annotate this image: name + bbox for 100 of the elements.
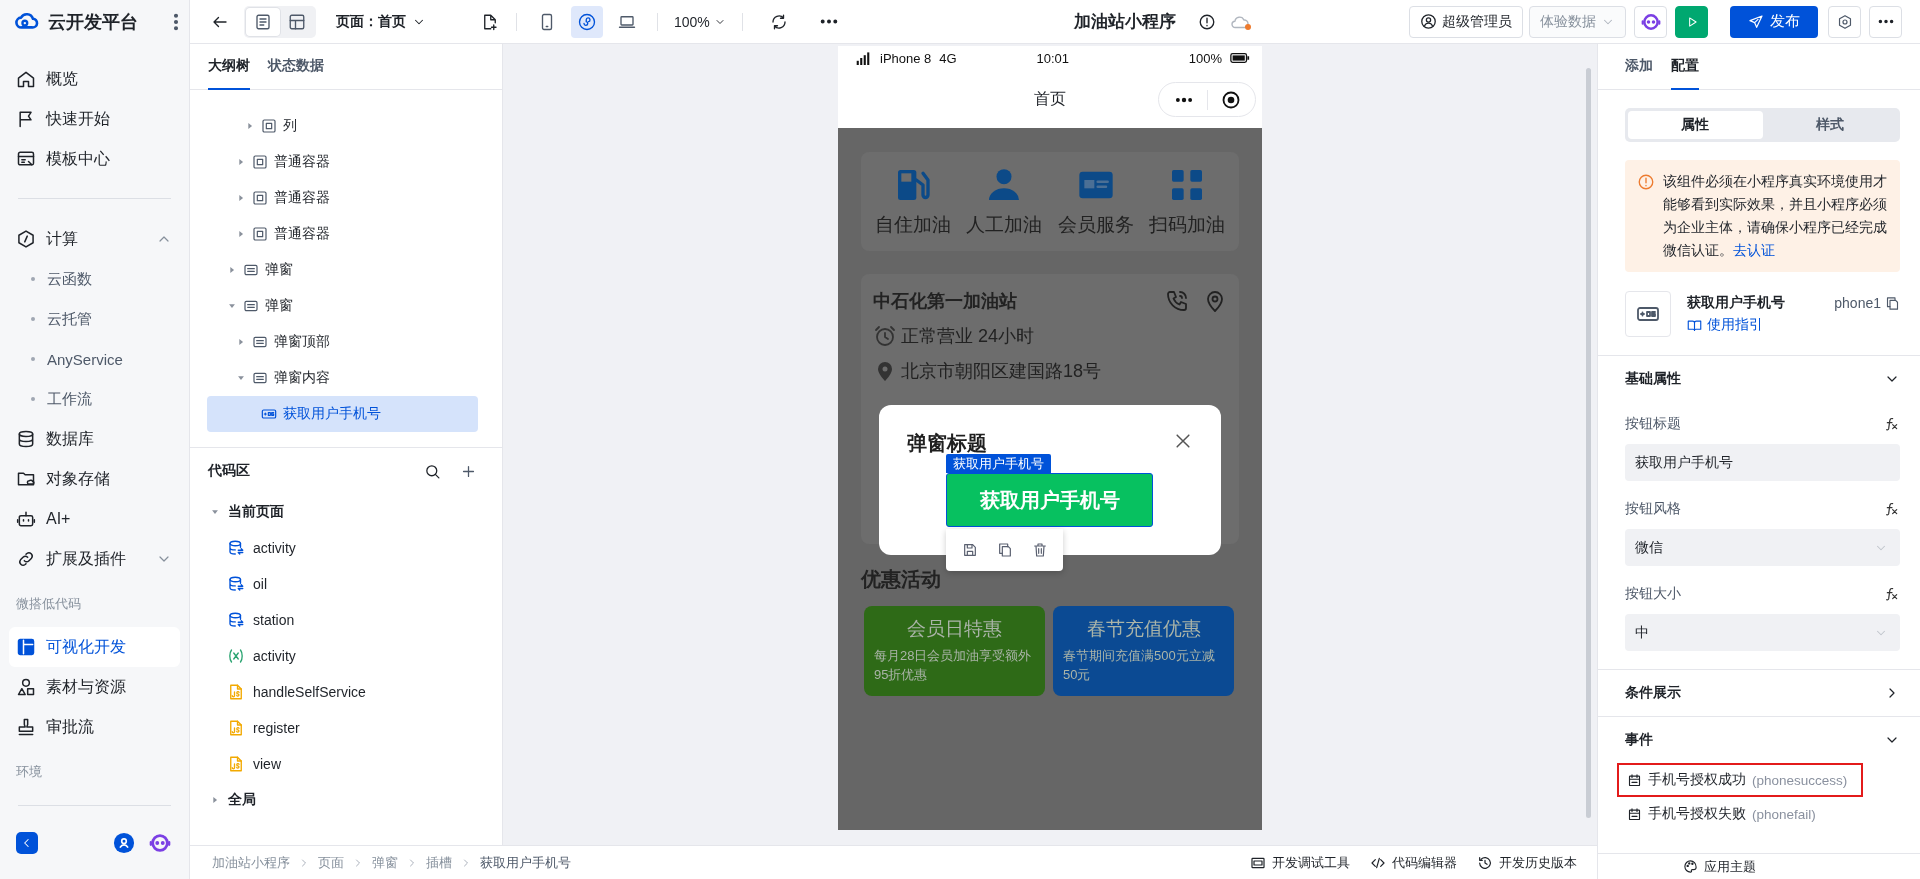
page-dropdown[interactable]: 页面：首页 [330,5,432,38]
breadcrumb-link[interactable]: 获取用户手机号 [480,853,571,872]
sidebar-item[interactable]: 素材与资源 [9,667,180,707]
publish-button[interactable]: 发布 [1730,5,1818,38]
zoom-dropdown[interactable]: 100% [668,5,732,38]
breadcrumb-link[interactable]: 插槽 [426,853,452,872]
sidebar-item[interactable]: 对象存储 [9,459,180,499]
sidebar-subitem[interactable]: AnyService [9,339,180,379]
promo-title: 春节充值优惠 [1085,617,1202,641]
tree-item[interactable]: 弹窗内容 [207,360,478,396]
more-button[interactable] [1869,5,1902,38]
tree-item[interactable]: 普通容器 [207,216,478,252]
sidebar-item[interactable]: 模板中心 [9,139,180,179]
sidebar-item[interactable]: 快速开始 [9,99,180,139]
tree-item[interactable]: 列 [207,108,478,144]
battery-level: 100% [1188,50,1222,66]
select-field[interactable]: 中 [1625,614,1900,651]
more-icon [1877,19,1894,24]
toolbar-link[interactable]: 代码编辑器 [1370,853,1457,872]
template-icon [16,149,36,169]
scrollbar[interactable] [1586,68,1591,818]
tree-item[interactable]: 弹窗 [207,252,478,288]
text-field[interactable]: 获取用户手机号 [1625,444,1900,481]
code-item[interactable]: station [190,602,502,638]
sidebar-item[interactable]: 数据库 [9,419,180,459]
tree-item[interactable]: 弹窗顶部 [207,324,478,360]
user-button[interactable]: 超级管理员 [1409,5,1523,38]
copy-button[interactable] [996,542,1013,558]
database-icon [16,429,36,449]
code-item[interactable]: oil [190,566,502,602]
sidebar-item[interactable]: AI+ [9,499,180,539]
view-mode-button[interactable] [246,7,280,36]
code-item[interactable]: handleSelfService [190,674,502,710]
sidebar-item[interactable]: 计算 [9,219,180,259]
section-header[interactable]: 事件 [1625,717,1900,763]
code-item[interactable]: activity [190,638,502,674]
panel-tab[interactable]: 状态数据 [268,44,324,90]
field-label: 按钮风格 [1625,500,1681,518]
delete-button[interactable] [1031,542,1048,558]
sidebar-item[interactable]: 扩展及插件 [9,539,180,579]
layout-grid-icon [288,12,306,31]
toolbar-link[interactable]: 开发调试工具 [1250,853,1350,872]
sidebar-item[interactable]: 概览 [9,59,180,99]
popup-icon [252,370,268,386]
tree-item[interactable]: 弹窗 [207,288,478,324]
formula-icon [1884,586,1900,602]
collapse-button[interactable] [16,831,38,854]
save-button[interactable] [961,542,978,558]
code-item[interactable]: register [190,710,502,746]
palette-icon [1682,859,1698,874]
tree-item[interactable]: 当前页面 [190,494,502,530]
tree-item[interactable]: 普通容器 [207,180,478,216]
section-header[interactable]: 条件展示 [1625,670,1900,716]
device-button[interactable] [571,5,603,38]
event-name[interactable]: 手机号授权成功 [1648,771,1746,789]
code-item[interactable]: activity [190,530,502,566]
tree-item[interactable]: 获取用户手机号 [207,396,478,432]
history-icon [1477,854,1493,871]
clock-time: 10:01 [1035,50,1070,66]
sidebar-item[interactable]: 可视化开发 [9,627,180,667]
opening-hours: 正常营业 24小时 [901,324,1035,348]
panel-tab[interactable]: 配置 [1671,44,1699,90]
copy-button[interactable] [1885,295,1900,311]
settings-icon [1836,13,1853,30]
breadcrumb-link[interactable]: 页面 [318,853,344,872]
settings-button[interactable] [1828,5,1861,38]
trash-icon [1031,542,1048,558]
toolbar-link[interactable]: 开发历史版本 [1477,853,1577,872]
code-item[interactable]: view [190,746,502,782]
mode-tab[interactable]: 属性 [1628,111,1763,139]
book-icon [1687,317,1702,333]
section-header[interactable]: 基础属性 [1625,356,1900,402]
guide-link[interactable]: 使用指引 [1687,316,1819,334]
service-label: 会员服务 [1057,213,1134,237]
theme-link[interactable]: 应用主题 [1598,853,1920,879]
service-label: 人工加油 [966,213,1043,237]
event-code: (phonesuccess) [1752,772,1848,788]
sidebar-subitem[interactable]: 云托管 [9,299,180,339]
link-icon [16,549,36,569]
sidebar-subitem[interactable]: 工作流 [9,379,180,419]
script-file-icon [227,755,245,773]
cloud-icon [1229,14,1250,29]
assistant-button[interactable] [1634,5,1667,38]
sidebar-subitem[interactable]: 云函数 [9,259,180,299]
app-name: 云开发平台 [48,11,139,34]
event-name[interactable]: 手机号授权失败 [1648,805,1746,823]
select-field[interactable]: 微信 [1625,529,1900,566]
run-button[interactable] [1675,5,1708,38]
component-id: phone1 [1834,295,1881,311]
more-icon [819,19,838,24]
verify-link[interactable]: 去认证 [1733,243,1775,258]
sidebar-item[interactable]: 审批流 [9,707,180,747]
mode-tab[interactable]: 样式 [1762,111,1897,139]
panel-tab[interactable]: 大纲树 [208,44,250,90]
popup-icon [243,262,259,278]
tree-item[interactable]: 全局 [190,782,502,818]
tree-item[interactable]: 普通容器 [207,144,478,180]
capsule-button[interactable] [1158,82,1256,117]
panel-tab[interactable]: 添加 [1625,44,1653,90]
service-label: 扫码加油 [1149,213,1226,237]
